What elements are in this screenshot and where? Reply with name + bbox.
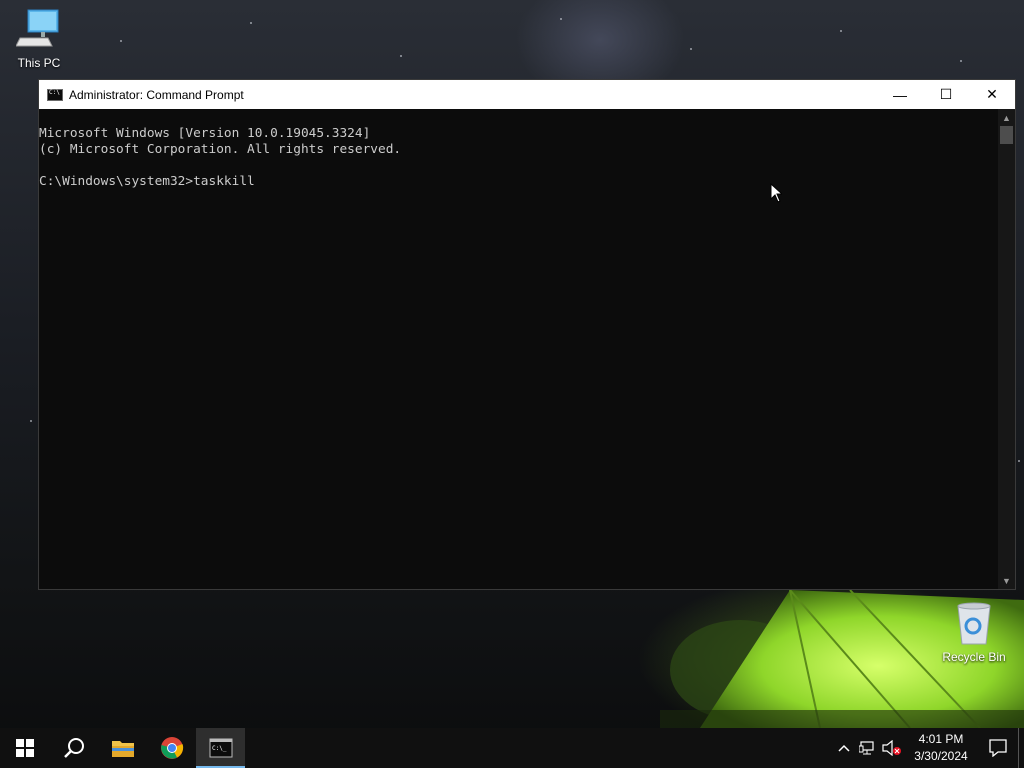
clock-time: 4:01 PM xyxy=(918,732,964,746)
console-prompt-line[interactable]: C:\Windows\system32>taskkill xyxy=(39,174,998,190)
minimize-button[interactable]: — xyxy=(877,80,923,109)
file-explorer-button[interactable] xyxy=(98,728,147,768)
show-hidden-icons-chevron-icon[interactable] xyxy=(832,728,856,768)
svg-text:C:\_: C:\_ xyxy=(212,745,227,752)
network-icon[interactable] xyxy=(856,728,880,768)
computer-icon xyxy=(16,9,59,47)
action-center-button[interactable] xyxy=(978,728,1018,768)
scroll-down-arrow-icon[interactable]: ▼ xyxy=(998,572,1015,589)
console-line: (c) Microsoft Corporation. All rights re… xyxy=(39,142,402,157)
scrollbar-thumb[interactable] xyxy=(1000,126,1013,144)
volume-muted-icon[interactable] xyxy=(880,728,904,768)
folder-icon xyxy=(111,741,134,757)
mouse-cursor-icon xyxy=(770,183,782,203)
cmd-icon: C:\_ xyxy=(209,738,232,758)
taskbar-clock[interactable]: 4:01 PM 3/30/2024 xyxy=(904,731,978,765)
search-icon xyxy=(63,738,84,758)
recycle-bin-label: Recycle Bin xyxy=(942,650,1006,664)
clock-date: 3/30/2024 xyxy=(914,749,968,763)
recycle-bin-desktop-icon[interactable]: Recycle Bin xyxy=(938,602,1010,664)
close-button[interactable]: ✕ xyxy=(969,80,1015,109)
window-title: Administrator: Command Prompt xyxy=(69,87,244,102)
search-button[interactable] xyxy=(49,728,98,768)
vertical-scrollbar[interactable]: ▲ ▼ xyxy=(998,109,1015,589)
command-prompt-window[interactable]: Administrator: Command Prompt — ☐ ✕ Micr… xyxy=(38,79,1016,590)
this-pc-label: This PC xyxy=(17,56,61,70)
windows-logo-icon xyxy=(15,739,34,757)
console-output[interactable]: Microsoft Windows [Version 10.0.19045.33… xyxy=(39,109,998,589)
show-desktop-button[interactable] xyxy=(1018,728,1024,768)
notification-icon xyxy=(989,739,1007,757)
scroll-up-arrow-icon[interactable]: ▲ xyxy=(998,109,1015,126)
window-titlebar[interactable]: Administrator: Command Prompt — ☐ ✕ xyxy=(39,80,1015,109)
chrome-button[interactable] xyxy=(147,728,196,768)
this-pc-desktop-icon[interactable]: This PC xyxy=(3,8,75,70)
console-line: Microsoft Windows [Version 10.0.19045.33… xyxy=(39,126,371,141)
taskbar: C:\_ 4:01 PM 3/30/2024 xyxy=(0,728,1024,768)
recycle-bin-icon xyxy=(957,602,991,645)
start-button[interactable] xyxy=(0,728,49,768)
command-prompt-button[interactable]: C:\_ xyxy=(196,728,245,768)
maximize-button[interactable]: ☐ xyxy=(923,80,969,109)
chrome-icon xyxy=(160,737,183,759)
cmd-icon xyxy=(47,88,63,101)
system-tray: 4:01 PM 3/30/2024 xyxy=(832,728,1024,768)
